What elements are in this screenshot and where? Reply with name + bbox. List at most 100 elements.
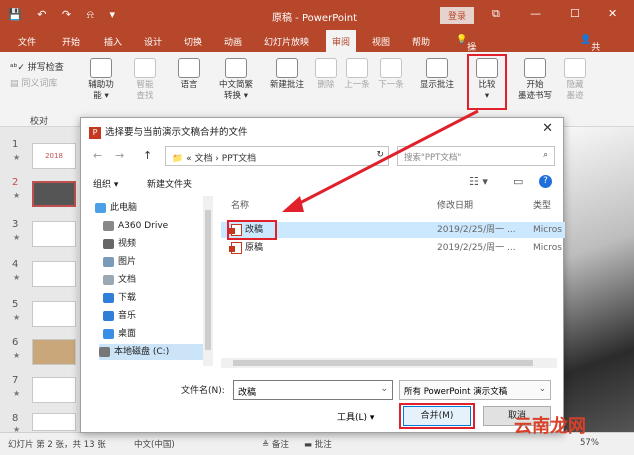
tab-insert[interactable]: 插入 <box>104 35 122 48</box>
language-button[interactable]: 语言 <box>174 58 204 91</box>
next-label: 下一条 <box>378 80 404 90</box>
language-icon <box>178 58 200 78</box>
new-comment-icon <box>276 58 298 78</box>
tab-file[interactable]: 文件 <box>18 35 36 48</box>
tab-view[interactable]: 视图 <box>372 35 390 48</box>
spelling-check-button[interactable]: ᵃᵇ✓ 拼写检查 <box>10 60 64 73</box>
show-comments-button[interactable]: 显示批注 <box>416 58 458 91</box>
dialog-close-icon[interactable]: ✕ <box>542 121 553 136</box>
redo-icon[interactable]: ↷ <box>62 8 77 21</box>
address-path: « 文档 › PPT文档 <box>186 154 257 164</box>
filename-input[interactable]: 改稿 ⌄ <box>233 380 393 400</box>
smart-lookup-button[interactable]: 智能 查找 <box>130 58 160 102</box>
column-type[interactable]: 类型 <box>533 196 551 216</box>
file-name: 原稿 <box>245 243 264 253</box>
tab-slideshow[interactable]: 幻灯片放映 <box>264 35 309 48</box>
search-input[interactable]: 搜索"PPT文档" ⌕ <box>397 146 555 166</box>
filetype-select[interactable]: 所有 PowerPoint 演示文稿 ⌄ <box>399 380 551 400</box>
start-inking-button[interactable]: 开始 墨迹书写 <box>516 58 554 102</box>
quick-access-toolbar[interactable]: 💾 ↶ ↷ ⍾ ▾ <box>8 8 121 22</box>
chevron-down-icon[interactable]: ⌄ <box>380 384 388 394</box>
watermark-text: 云南龙网 <box>514 416 586 437</box>
accessibility-button[interactable]: 辅助功 能 ▾ <box>84 58 118 102</box>
slide-thumbnail[interactable] <box>32 377 76 403</box>
save-icon[interactable]: 💾 <box>8 8 28 21</box>
tree-scroll-thumb[interactable] <box>205 210 211 350</box>
customize-icon[interactable]: ▾ <box>109 8 121 21</box>
column-name[interactable]: 名称 <box>231 196 249 216</box>
slide-canvas-image <box>562 127 634 432</box>
delete-comment-button[interactable]: 删除 <box>314 58 338 91</box>
tree-scrollbar[interactable] <box>203 196 213 366</box>
file-list: 名称 修改日期 类型 改稿 2019/2/25/周一 ... Micros 原稿… <box>221 196 565 366</box>
organize-button[interactable]: 组织 ▾ <box>93 177 118 190</box>
view-options-icon[interactable]: ☷ ▾ <box>469 175 488 188</box>
notes-button[interactable]: ≜ 备注 <box>262 438 289 450</box>
tools-menu[interactable]: 工具(L) ▾ <box>337 410 374 423</box>
back-icon[interactable]: ← <box>93 149 102 162</box>
new-folder-button[interactable]: 新建文件夹 <box>147 177 192 190</box>
thesaurus-button[interactable]: ▤ 同义词库 <box>10 76 57 89</box>
help-icon[interactable]: ? <box>539 175 552 188</box>
slide-number: 8 <box>12 413 19 424</box>
smart-lookup-icon <box>134 58 156 78</box>
tab-animations[interactable]: 动画 <box>224 35 242 48</box>
previous-comment-button[interactable]: 上一条 <box>342 58 372 91</box>
slide-number: 3 <box>12 219 19 230</box>
ribbon-display-icon[interactable]: ⧉ <box>492 7 500 21</box>
tree-item-this-pc[interactable]: 此电脑 <box>95 200 213 216</box>
delete-label: 删除 <box>317 80 335 90</box>
previous-label: 上一条 <box>344 80 370 90</box>
filename-value: 改稿 <box>238 388 257 398</box>
slide-thumbnail[interactable] <box>32 301 76 327</box>
tree-label: 视频 <box>118 239 137 249</box>
refresh-icon[interactable]: ↻ <box>376 150 384 160</box>
file-list-h-scrollbar[interactable] <box>221 358 557 368</box>
tab-review[interactable]: 审阅 <box>326 30 357 52</box>
tree-item-local-disk[interactable]: 本地磁盘 (C:) <box>99 344 205 360</box>
share-button[interactable]: 👤 共享 <box>580 35 600 66</box>
tab-transitions[interactable]: 切换 <box>184 35 202 48</box>
tab-design[interactable]: 设计 <box>144 35 162 48</box>
slide-thumbnail[interactable] <box>32 339 76 365</box>
file-row-original[interactable]: 原稿 2019/2/25/周一 ... Micros <box>221 240 565 256</box>
slide-thumbnail-selected[interactable] <box>32 181 76 207</box>
present-icon[interactable]: ⍾ <box>87 8 100 21</box>
up-folder-icon[interactable]: ↑ <box>143 149 152 162</box>
next-comment-button[interactable]: 下一条 <box>376 58 406 91</box>
file-date: 2019/2/25/周一 ... <box>437 243 516 253</box>
tell-me-search[interactable]: 💡 操作说明搜索 <box>456 35 476 118</box>
tab-help[interactable]: 帮助 <box>412 35 430 48</box>
comments-button[interactable]: ▬ 批注 <box>304 438 332 450</box>
download-arrow-icon <box>103 292 114 303</box>
slide-thumbnail[interactable] <box>32 221 76 247</box>
address-bar[interactable]: 📁 « 文档 › PPT文档 ↻ <box>165 146 389 166</box>
minimize-icon[interactable]: — <box>530 7 541 20</box>
delete-comment-icon <box>315 58 337 78</box>
preview-pane-icon[interactable]: ▭ <box>513 175 523 188</box>
maximize-icon[interactable]: ☐ <box>570 7 580 20</box>
column-date[interactable]: 修改日期 <box>437 196 473 216</box>
forward-icon[interactable]: → <box>115 149 124 162</box>
slide-thumbnail[interactable]: 2018 <box>32 143 76 169</box>
undo-icon[interactable]: ↶ <box>37 8 52 21</box>
slide-number: 6 <box>12 337 19 348</box>
new-comment-button[interactable]: 新建批注 <box>266 58 308 91</box>
search-placeholder: 搜索"PPT文档" <box>404 153 462 163</box>
slide-thumbnail[interactable] <box>32 413 76 431</box>
login-button[interactable]: 登录 <box>440 7 475 24</box>
close-window-icon[interactable]: ✕ <box>608 7 617 20</box>
video-folder-icon <box>103 238 114 249</box>
h-scroll-thumb[interactable] <box>233 360 533 366</box>
tab-home[interactable]: 开始 <box>62 35 80 48</box>
hide-ink-button[interactable]: 隐藏 墨迹 <box>560 58 590 102</box>
hide-ink-icon <box>564 58 586 78</box>
convert-label: 中文简繁 转换 ▾ <box>218 80 253 101</box>
file-type: Micros <box>533 225 562 235</box>
tools-label: 工具(L) <box>337 413 368 423</box>
slide-thumbnail[interactable] <box>32 261 76 287</box>
zoom-level[interactable]: 57% <box>580 438 599 448</box>
chinese-convert-button[interactable]: 中文简繁 转换 ▾ <box>214 58 258 102</box>
animation-star-icon: ★ <box>13 313 21 322</box>
language-status[interactable]: 中文(中国) <box>134 438 175 450</box>
